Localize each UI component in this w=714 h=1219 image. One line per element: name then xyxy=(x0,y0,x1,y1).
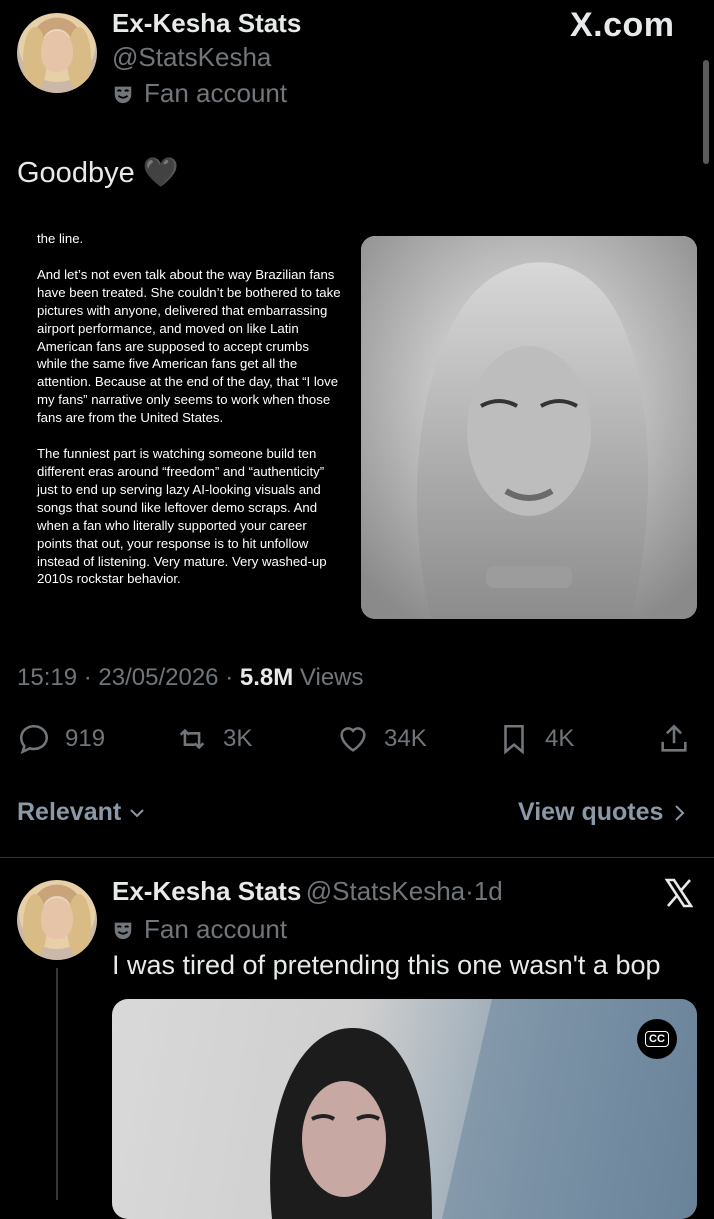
tweet-meta: 15:19 · 23/05/2026 · 5.8M Views xyxy=(17,664,364,692)
thread-line xyxy=(56,968,58,1200)
theater-mask-icon xyxy=(114,922,132,939)
heart-icon xyxy=(340,727,366,752)
video-player[interactable]: CC xyxy=(112,999,697,1219)
reply-count: 919 xyxy=(65,725,106,752)
scrollbar[interactable] xyxy=(703,60,709,164)
relevant-dropdown[interactable]: Relevant xyxy=(17,798,147,827)
doc-paragraph-2: And let’s not even talk about the way Br… xyxy=(37,266,341,426)
theater-mask-icon xyxy=(114,86,132,103)
reply-button[interactable]: 919 xyxy=(17,722,105,756)
views-label: Views xyxy=(299,664,364,691)
reply-avatar[interactable] xyxy=(17,880,97,960)
reply-icon xyxy=(19,724,49,755)
bookmark-icon xyxy=(504,724,524,755)
tweet-image[interactable]: the line. And let’s not even talk about … xyxy=(17,216,700,640)
doc-paragraph-1: the line. xyxy=(37,231,84,246)
x-com-logo: X.com xyxy=(570,6,675,44)
avatar[interactable] xyxy=(17,13,97,93)
repost-button[interactable]: 3K xyxy=(175,722,252,756)
view-quotes-label: View quotes xyxy=(518,798,664,826)
tweet-time[interactable]: 15:19 xyxy=(17,664,77,691)
chevron-right-icon xyxy=(675,804,685,821)
view-quotes-link[interactable]: View quotes xyxy=(518,798,687,827)
bookmark-count: 4K xyxy=(545,725,575,752)
separator: · xyxy=(465,876,474,906)
share-icon xyxy=(661,724,687,752)
chevron-down-icon xyxy=(130,808,144,817)
portrait-illustration xyxy=(361,236,697,619)
reply-fan-account-text: Fan account xyxy=(144,914,288,944)
reply-fan-account-label: Fan account xyxy=(112,914,287,945)
captions-button[interactable]: CC xyxy=(637,1019,677,1059)
divider xyxy=(0,857,714,858)
reply-age[interactable]: 1d xyxy=(474,876,503,906)
video-frame xyxy=(270,999,697,1219)
fan-account-label: Fan account xyxy=(112,78,287,109)
views-count: 5.8M xyxy=(239,664,294,691)
reply-display-name[interactable]: Ex-Kesha Stats xyxy=(112,876,301,906)
relevant-label: Relevant xyxy=(17,798,122,826)
portrait-photo xyxy=(361,236,697,619)
cc-label: CC xyxy=(645,1031,669,1047)
document-text: the line. And let’s not even talk about … xyxy=(37,230,342,606)
tweet-text: Goodbye 🖤 xyxy=(17,157,179,189)
like-count: 34K xyxy=(384,725,427,752)
repost-count: 3K xyxy=(223,725,253,752)
fan-account-text: Fan account xyxy=(144,78,288,108)
reply-handle[interactable]: @StatsKesha xyxy=(306,876,465,906)
separator: · xyxy=(83,664,92,691)
user-handle[interactable]: @StatsKesha xyxy=(112,42,271,73)
reply-text: I was tired of pretending this one wasn'… xyxy=(112,950,661,980)
repost-icon xyxy=(179,728,205,750)
x-logo-icon xyxy=(664,878,694,908)
display-name[interactable]: Ex-Kesha Stats xyxy=(112,8,301,39)
reply-header: Ex-Kesha Stats @StatsKesha·1d xyxy=(112,876,503,907)
share-button[interactable] xyxy=(657,722,691,756)
doc-paragraph-3: The funniest part is watching someone bu… xyxy=(37,446,327,587)
bookmark-button[interactable]: 4K xyxy=(497,722,574,756)
tweet-date[interactable]: 23/05/2026 xyxy=(98,664,218,691)
like-button[interactable]: 34K xyxy=(336,722,427,756)
separator: · xyxy=(225,664,234,691)
